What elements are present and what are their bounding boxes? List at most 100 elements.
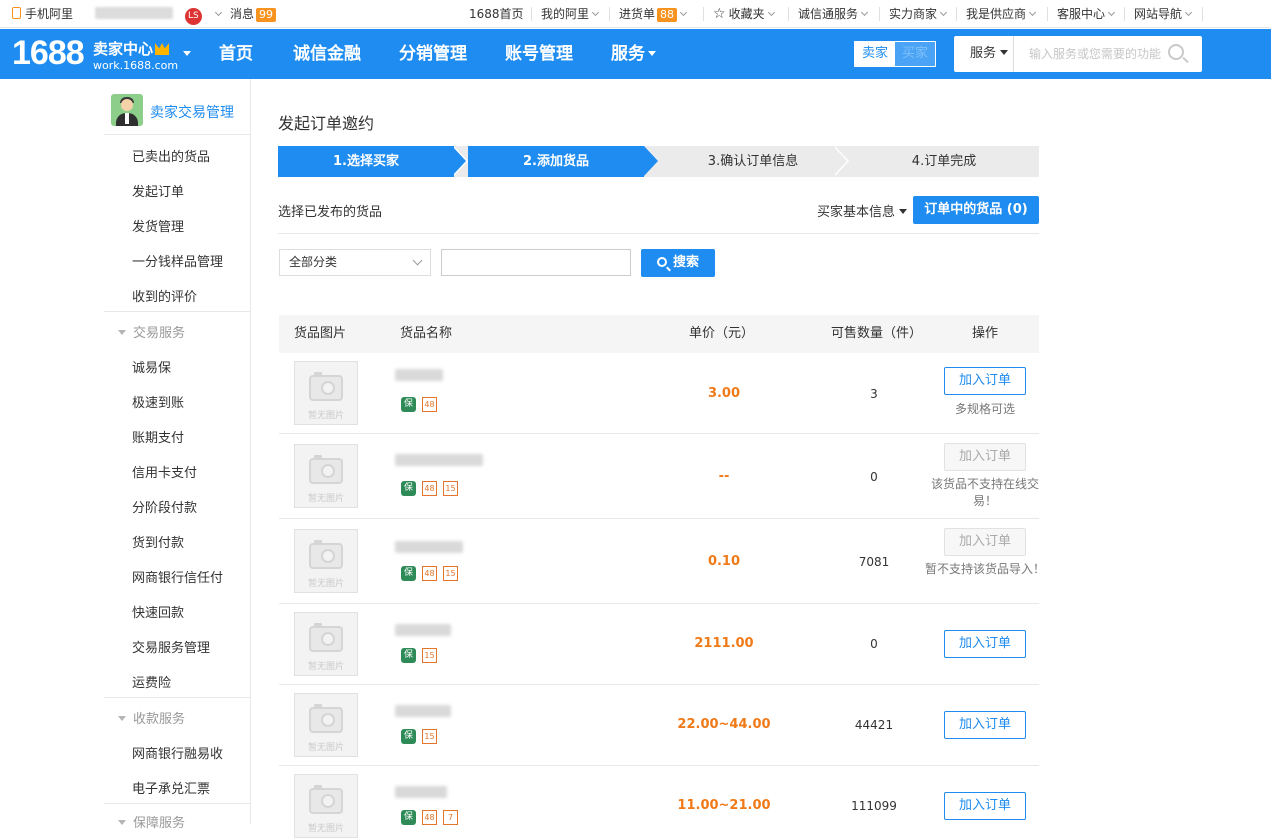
topnav-customer-service[interactable]: 客服中心 — [1057, 0, 1116, 28]
sidebar-item-cod[interactable]: 货到付款 — [132, 532, 184, 551]
sidebar-item-shipping[interactable]: 发货管理 — [132, 216, 184, 235]
triangle-down-icon — [648, 51, 656, 56]
topnav-home[interactable]: 1688首页 — [469, 0, 524, 28]
avatar — [111, 94, 143, 126]
col-price: 单价（元） — [689, 326, 755, 341]
topnav-site-nav[interactable]: 网站导航 — [1134, 0, 1193, 28]
guarantee-tag-icon: 保 — [401, 729, 416, 744]
product-thumbnail[interactable]: 暂无图片 — [294, 693, 358, 757]
product-thumbnail[interactable]: 暂无图片 — [294, 529, 358, 593]
product-name-blurred[interactable] — [395, 786, 447, 798]
add-to-order-button[interactable]: 加入订单 — [944, 367, 1026, 395]
product-name-blurred[interactable] — [395, 705, 451, 717]
search-button[interactable]: 搜索 — [641, 249, 715, 277]
sidebar-title[interactable]: 卖家交易管理 — [150, 102, 234, 122]
logo-dropdown-icon[interactable] — [183, 51, 191, 56]
buyer-info-dropdown[interactable]: 买家基本信息 — [817, 201, 908, 220]
chevron-down-icon — [939, 8, 948, 17]
guarantee-tag-icon: 保 — [401, 648, 416, 663]
available-qty: 3 — [870, 387, 878, 401]
crown-icon — [155, 43, 170, 55]
service-tag-icon: 15 — [422, 648, 437, 663]
available-qty: 0 — [870, 637, 878, 651]
topnav-favorites[interactable]: ☆ 收藏夹 — [713, 0, 775, 28]
sidebar-item-term-payment[interactable]: 账期支付 — [132, 427, 184, 446]
product-thumbnail[interactable]: 暂无图片 — [294, 774, 358, 838]
messages-link[interactable]: 消息 99 — [230, 0, 277, 28]
sidebar-item-trade-service-mgmt[interactable]: 交易服务管理 — [132, 637, 210, 656]
category-select[interactable]: 全部分类 — [279, 249, 431, 276]
select-published-label: 选择已发布的货品 — [278, 205, 383, 220]
table-row: 暂无图片 保 48 7 11.00~21.00 111099 加入订单 — [279, 766, 1039, 838]
sidebar-section-trade[interactable]: 交易服务 — [118, 322, 185, 341]
sidebar-item-installment[interactable]: 分阶段付款 — [132, 497, 197, 516]
service-tag-icon: 15 — [422, 729, 437, 744]
unit-price: 11.00~21.00 — [677, 798, 771, 813]
product-thumbnail[interactable]: 暂无图片 — [294, 444, 358, 508]
service-search: 服务 — [954, 36, 1202, 72]
service-tag-icon: 48 — [422, 810, 437, 825]
topnav-purchase-list[interactable]: 进货单 88 — [619, 0, 688, 28]
role-seller-tab[interactable]: 卖家 — [855, 42, 895, 66]
sidebar-section-collect[interactable]: 收款服务 — [118, 708, 185, 727]
product-thumbnail[interactable]: 暂无图片 — [294, 361, 358, 425]
sidebar-item-create-order[interactable]: 发起订单 — [132, 181, 184, 200]
product-name-blurred[interactable] — [395, 454, 483, 466]
table-row: 暂无图片 保 15 2111.00 0 加入订单 — [279, 604, 1039, 685]
sidebar-item-e-draft[interactable]: 电子承兑汇票 — [132, 778, 210, 797]
sidebar-item-reviews[interactable]: 收到的评价 — [132, 286, 197, 305]
product-thumbnail[interactable]: 暂无图片 — [294, 612, 358, 676]
triangle-down-icon — [118, 820, 126, 825]
logo-1688[interactable]: 1688 — [12, 34, 85, 73]
search-type-select[interactable]: 服务 — [954, 36, 1014, 72]
col-qty: 可售数量（件） — [831, 326, 923, 341]
sidebar-item-sample[interactable]: 一分钱样品管理 — [132, 251, 223, 270]
step-2: 2.添加货品 — [468, 146, 644, 177]
sidebar-item-mybank-trust[interactable]: 网商银行信任付 — [132, 567, 223, 586]
mobile-ali-link[interactable]: 手机阿里 — [12, 0, 73, 28]
step-1: 1.选择买家 — [278, 146, 454, 177]
nav-credit-finance[interactable]: 诚信金融 — [293, 29, 361, 79]
topnav-cxt-service[interactable]: 诚信通服务 — [798, 0, 869, 28]
chevron-down-icon — [1028, 8, 1037, 17]
sidebar-item-credit-card[interactable]: 信用卡支付 — [132, 462, 197, 481]
order-goods-button[interactable]: 订单中的货品 (0) — [913, 196, 1039, 224]
service-search-input[interactable] — [1015, 36, 1165, 72]
sidebar-item-chengyibao[interactable]: 诚易保 — [132, 357, 171, 376]
topnav-strong-merchant[interactable]: 实力商家 — [889, 0, 948, 28]
sidebar-item-fast-arrival[interactable]: 极速到账 — [132, 392, 184, 411]
nav-services[interactable]: 服务 — [611, 29, 656, 79]
logo-title[interactable]: 卖家中心 — [93, 38, 170, 59]
triangle-down-icon — [118, 716, 126, 721]
role-buyer-tab[interactable]: 买家 — [895, 42, 935, 66]
topnav-my-ali[interactable]: 我的阿里 — [541, 0, 600, 28]
unit-price: 3.00 — [707, 386, 741, 401]
add-to-order-button[interactable]: 加入订单 — [944, 630, 1026, 658]
sidebar-section-guarantee[interactable]: 保障服务 — [118, 812, 185, 831]
keyword-input[interactable] — [441, 249, 631, 276]
service-tag-icon: 15 — [443, 481, 458, 496]
divider — [609, 7, 610, 21]
camera-icon — [309, 540, 343, 569]
add-to-order-button[interactable]: 加入订单 — [944, 711, 1026, 739]
nav-distribution[interactable]: 分销管理 — [399, 29, 467, 79]
main-content: 发起订单邀约 1.选择买家 2.添加货品 3.确认订单信息 4.订单完成 选择已… — [251, 79, 1271, 838]
nav-home[interactable]: 首页 — [219, 29, 253, 79]
camera-icon — [309, 623, 343, 652]
search-icon[interactable] — [1168, 44, 1184, 60]
nav-account[interactable]: 账号管理 — [505, 29, 573, 79]
topnav-supplier[interactable]: 我是供应商 — [966, 0, 1037, 28]
sidebar-item-mybank-collect[interactable]: 网商银行融易收 — [132, 743, 223, 762]
sidebar-item-quick-collect[interactable]: 快速回款 — [132, 602, 184, 621]
divider — [104, 803, 250, 804]
phone-icon — [12, 7, 21, 19]
product-name-blurred[interactable] — [395, 624, 451, 636]
add-to-order-button[interactable]: 加入订单 — [944, 792, 1026, 820]
divider — [1124, 7, 1125, 21]
sidebar-item-sold-goods[interactable]: 已卖出的货品 — [132, 146, 210, 165]
sidebar-item-freight-insurance[interactable]: 运费险 — [132, 672, 171, 691]
user-account-menu[interactable]: LS — [95, 0, 222, 28]
product-tags: 保 48 — [401, 397, 443, 414]
product-name-blurred[interactable] — [395, 541, 463, 553]
product-name-blurred[interactable] — [395, 369, 443, 381]
